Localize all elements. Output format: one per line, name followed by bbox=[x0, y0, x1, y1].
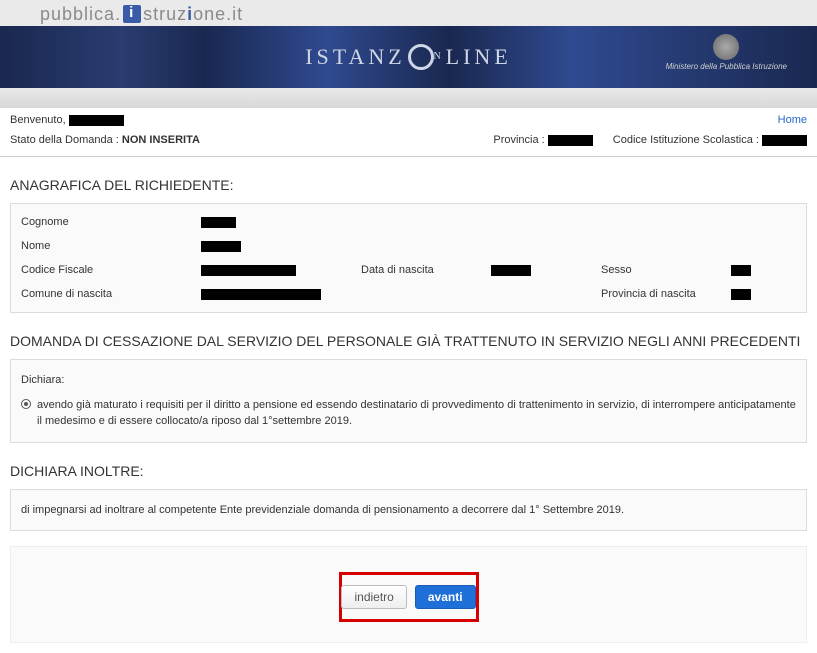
back-button[interactable]: indietro bbox=[341, 585, 406, 609]
actions-highlight: indietro avanti bbox=[339, 572, 479, 622]
comune-value-redacted bbox=[201, 289, 321, 300]
banner-bottom-strip bbox=[0, 88, 817, 108]
nome-label: Nome bbox=[21, 240, 201, 252]
dichiara-option-1-text: avendo già maturato i requisiti per il d… bbox=[37, 397, 796, 430]
inoltre-panel: di impegnarsi ad inoltrare al competente… bbox=[10, 489, 807, 532]
provnasc-label: Provincia di nascita bbox=[601, 288, 731, 300]
banner-o-icon bbox=[408, 44, 434, 70]
cf-value-redacted bbox=[201, 265, 296, 276]
sesso-label: Sesso bbox=[601, 264, 731, 276]
header-banner: pubblica.struzione.it ISTANZ LINE Minist… bbox=[0, 0, 817, 108]
state-value: NON INSERITA bbox=[122, 134, 200, 146]
cognome-value-redacted bbox=[201, 217, 236, 228]
provincia-field: Provincia : bbox=[493, 134, 592, 146]
topbar: Benvenuto, Home bbox=[0, 108, 817, 130]
domanda-title: DOMANDA DI CESSAZIONE DAL SERVIZIO DEL P… bbox=[0, 313, 817, 359]
comune-label: Comune di nascita bbox=[21, 288, 201, 300]
inoltre-text: di impegnarsi ad inoltrare al competente… bbox=[21, 504, 624, 516]
codice-scolastica-field: Codice Istituzione Scolastica : bbox=[613, 134, 807, 146]
home-link[interactable]: Home bbox=[778, 114, 807, 126]
dob-value-redacted bbox=[491, 265, 531, 276]
welcome-text: Benvenuto, bbox=[10, 114, 124, 126]
anagrafica-title: ANAGRAFICA DEL RICHIEDENTE: bbox=[0, 157, 817, 203]
codice-value-redacted bbox=[762, 135, 807, 146]
user-name-redacted bbox=[69, 115, 124, 126]
banner-main: ISTANZ LINE Ministero della Pubblica Ist… bbox=[0, 26, 817, 88]
site-logo-text: pubblica.struzione.it bbox=[40, 2, 243, 25]
ministry-label: Ministero della Pubblica Istruzione bbox=[666, 62, 787, 71]
sesso-value-redacted bbox=[731, 265, 751, 276]
provincia-value-redacted bbox=[548, 135, 593, 146]
emblem-icon bbox=[713, 34, 739, 60]
banner-site-name: pubblica.struzione.it bbox=[0, 0, 817, 26]
provnasc-value-redacted bbox=[731, 289, 751, 300]
dob-label: Data di nascita bbox=[361, 264, 491, 276]
dichiara-option-1[interactable]: avendo già maturato i requisiti per il d… bbox=[21, 397, 796, 430]
ministry-emblem: Ministero della Pubblica Istruzione bbox=[666, 34, 787, 71]
cf-label: Codice Fiscale bbox=[21, 264, 201, 276]
cognome-label: Cognome bbox=[21, 216, 201, 228]
nome-value-redacted bbox=[201, 241, 241, 252]
domanda-panel: Dichiara: avendo già maturato i requisit… bbox=[10, 359, 807, 443]
banner-title: ISTANZ LINE bbox=[305, 44, 512, 70]
actions-panel: indietro avanti bbox=[10, 546, 807, 643]
dichiara-label: Dichiara: bbox=[21, 372, 796, 389]
inoltre-title: DICHIARA INOLTRE: bbox=[0, 443, 817, 489]
radio-icon bbox=[21, 399, 31, 409]
status-bar: Stato della Domanda : NON INSERITA Provi… bbox=[0, 130, 817, 157]
anagrafica-panel: Cognome Nome Codice Fiscale Data di nasc… bbox=[10, 203, 807, 313]
domanda-state: Stato della Domanda : NON INSERITA bbox=[10, 134, 200, 146]
next-button[interactable]: avanti bbox=[415, 585, 476, 609]
